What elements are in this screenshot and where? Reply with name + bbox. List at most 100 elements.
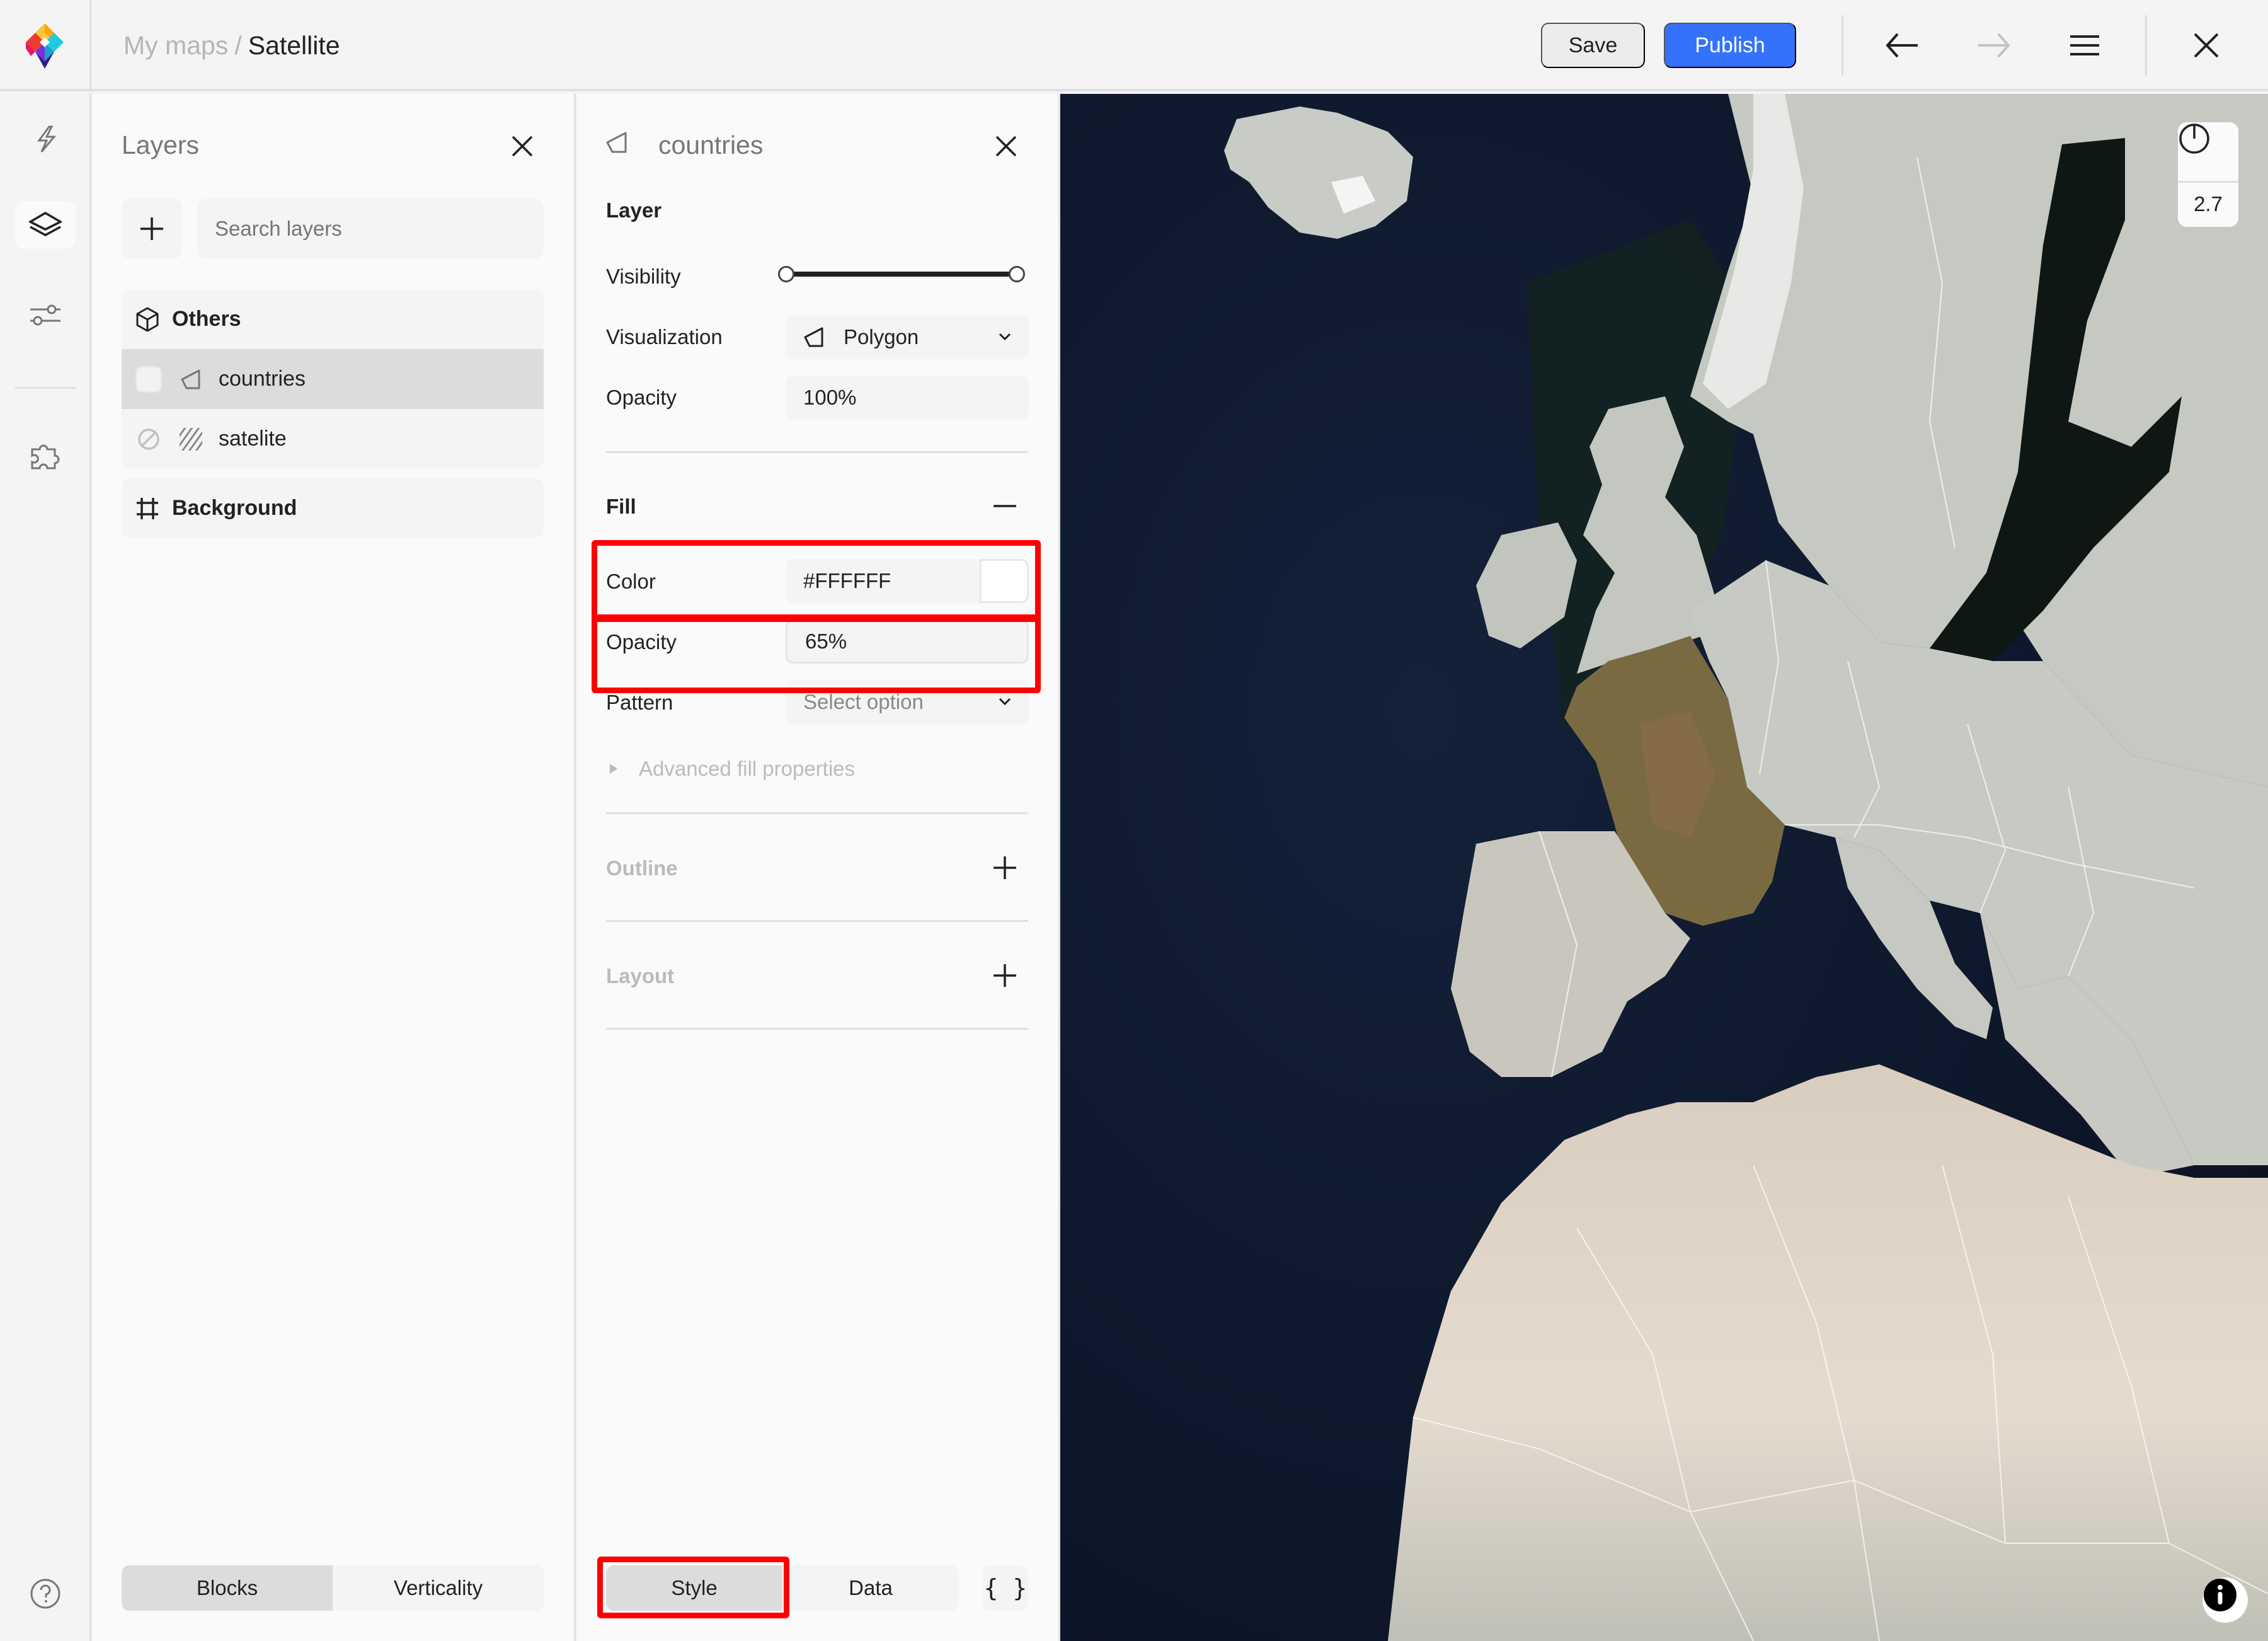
close-properties-panel-button[interactable] [990, 130, 1022, 162]
close-icon [512, 135, 533, 157]
pattern-select[interactable]: Select option [786, 680, 1029, 724]
rail-item-layers[interactable] [15, 201, 76, 249]
fill-opacity-input[interactable]: 65% [786, 619, 1029, 664]
tab-style[interactable]: Style [606, 1565, 782, 1611]
drag-handle-icon[interactable] [1036, 630, 1042, 655]
layer-group-name: Others [172, 307, 241, 331]
compass-icon [2179, 124, 2209, 154]
puzzle-icon [31, 444, 60, 469]
visibility-max-handle[interactable] [1009, 266, 1025, 282]
layer-group-others: Others countries satelite [122, 289, 544, 469]
section-divider [606, 812, 1028, 814]
pattern-label: Pattern [606, 691, 673, 714]
app-logo-icon[interactable] [26, 23, 64, 69]
chevron-down-icon [999, 698, 1011, 706]
layer-visibility-toggle[interactable] [135, 366, 162, 393]
layer-group-header[interactable]: Others [122, 289, 544, 349]
help-circle-icon [30, 1579, 60, 1609]
caret-right-icon [610, 764, 617, 774]
section-divider [606, 1028, 1028, 1030]
arrow-left-icon [1886, 33, 1918, 58]
visualization-value: Polygon [844, 325, 919, 348]
search-layers-input[interactable] [197, 199, 544, 259]
background-layer[interactable]: Background [122, 478, 544, 538]
layer-row-countries[interactable]: countries [122, 349, 544, 409]
layer-name: satelite [219, 427, 287, 451]
close-icon [995, 135, 1017, 157]
properties-tabs: Style Data [606, 1565, 959, 1611]
rail-divider [15, 387, 76, 389]
layers-panel: Layers Others countries satel [93, 94, 576, 1641]
layer-opacity-input[interactable]: 100% [786, 376, 1029, 420]
layout-section-title: Layout [606, 964, 675, 987]
rail-item-quick-actions[interactable] [15, 115, 76, 163]
outline-section-title: Outline [606, 856, 678, 880]
layer-opacity-label: Opacity [606, 386, 677, 409]
visibility-range-slider[interactable] [778, 263, 1025, 285]
advanced-fill-label: Advanced fill properties [639, 757, 856, 780]
visibility-min-handle[interactable] [778, 266, 794, 282]
fill-color-value: #FFFFFF [803, 569, 891, 592]
close-layers-panel-button[interactable] [507, 130, 538, 162]
info-icon [2204, 1579, 2236, 1611]
layer-name: countries [219, 367, 306, 391]
layer-section-title: Layer [606, 199, 662, 222]
map-canvas[interactable]: 2.7 [1060, 94, 2268, 1641]
close-editor-button[interactable] [2186, 25, 2226, 66]
toolbar-divider [2145, 15, 2147, 76]
help-button[interactable] [29, 1577, 62, 1610]
hidden-icon [138, 428, 159, 450]
visualization-select[interactable]: Polygon [786, 315, 1029, 359]
layer-row-satelite[interactable]: satelite [122, 409, 544, 469]
frame-icon [135, 497, 159, 521]
fill-color-input[interactable]: #FFFFFF [786, 559, 1029, 603]
rail-item-adjustments[interactable] [15, 291, 76, 339]
layer-properties-panel: countries Layer Visibility Visualization… [578, 94, 1060, 1641]
undo-button[interactable] [1882, 25, 1922, 66]
map-info-button[interactable] [2202, 1577, 2248, 1623]
sliders-icon [30, 304, 60, 326]
layer-visibility-toggle[interactable] [135, 426, 162, 452]
rail-item-plugins[interactable] [15, 432, 76, 480]
close-icon [2194, 33, 2219, 58]
fill-color-swatch[interactable] [980, 559, 1029, 603]
add-layout-button[interactable] [991, 962, 1019, 989]
breadcrumb-current: Satellite [248, 31, 340, 60]
save-button[interactable]: Save [1541, 23, 1645, 68]
polygon-icon [178, 367, 203, 392]
zoom-level: 2.7 [2194, 192, 2223, 216]
raster-hatch-icon [178, 427, 203, 452]
section-divider [606, 451, 1028, 453]
visibility-slider-track [786, 272, 1017, 277]
polygon-icon [606, 132, 627, 153]
fill-color-label: Color [606, 570, 656, 593]
background-label: Background [172, 496, 297, 520]
layers-panel-title: Layers [122, 130, 200, 159]
polygon-icon [804, 327, 823, 347]
add-outline-button[interactable] [991, 854, 1019, 882]
logo-cell [0, 0, 91, 91]
plus-icon [994, 856, 1016, 879]
compass-button[interactable] [2178, 122, 2238, 183]
tab-data[interactable]: Data [782, 1565, 959, 1611]
add-layer-button[interactable] [122, 199, 182, 259]
fill-section-title: Fill [606, 495, 636, 518]
visualization-label: Visualization [606, 325, 723, 348]
breadcrumb-parent-link[interactable]: My maps [123, 31, 228, 60]
redo-button[interactable] [1974, 25, 2014, 66]
visibility-label: Visibility [606, 265, 681, 288]
json-editor-button[interactable]: { } [983, 1565, 1028, 1611]
tab-blocks[interactable]: Blocks [122, 1565, 333, 1611]
hamburger-menu-icon [2070, 35, 2099, 55]
collapse-fill-button[interactable] [991, 492, 1019, 520]
satellite-map [1060, 94, 2268, 1641]
publish-button[interactable]: Publish [1664, 23, 1796, 68]
plus-icon [994, 964, 1016, 987]
properties-layer-name: countries [658, 130, 764, 159]
tab-verticality[interactable]: Verticality [333, 1565, 544, 1611]
top-bar: My maps / Satellite Save Publish [0, 0, 2268, 91]
view-mode-tabs: Blocks Verticality [122, 1565, 544, 1611]
menu-button[interactable] [2065, 25, 2105, 66]
breadcrumb-separator: / [234, 31, 242, 60]
advanced-fill-toggle[interactable]: Advanced fill properties [606, 757, 855, 781]
